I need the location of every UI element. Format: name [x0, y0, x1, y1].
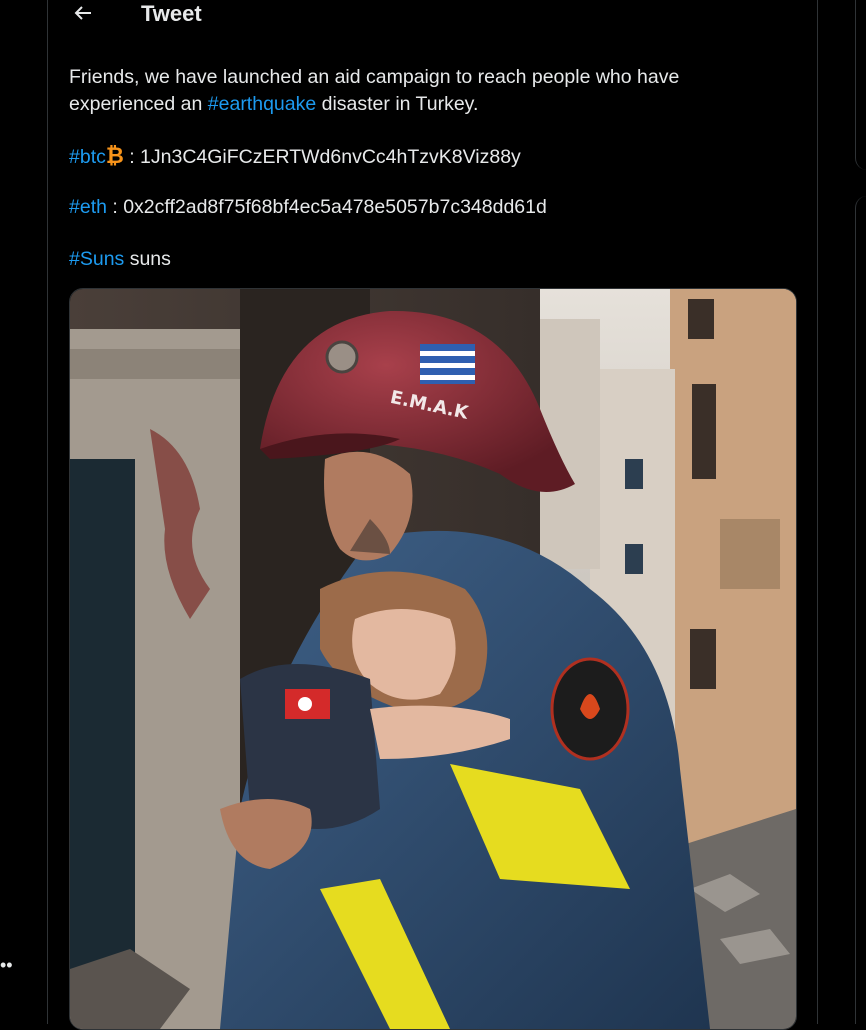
hashtag-eth[interactable]: #eth — [69, 196, 107, 218]
eth-line: #eth : 0x2cff2ad8f75f68bf4ec5a478e5057b7… — [69, 194, 547, 221]
tweet-image[interactable]: E.M.A.K — [69, 288, 797, 1030]
suns-text: suns — [124, 248, 171, 270]
arrow-left-icon[interactable] — [71, 1, 95, 25]
firefighter-illustration: E.M.A.K — [70, 289, 796, 1029]
hashtag-btc[interactable]: #btc — [69, 146, 106, 168]
tweet-line-2-post: disaster in Turkey. — [316, 93, 479, 115]
page-title: Tweet — [141, 1, 202, 26]
bitcoin-icon: ₿ — [105, 143, 124, 168]
suns-line: #Suns suns — [69, 246, 171, 273]
tweet-line-2-pre: experienced an — [69, 93, 208, 115]
side-panel-top — [855, 0, 866, 170]
tweet-line-1: Friends, we have launched an aid campaig… — [69, 66, 680, 88]
more-dots-icon[interactable]: •• — [0, 956, 13, 974]
hashtag-earthquake[interactable]: #earthquake — [208, 93, 316, 115]
btc-line: #btc₿ : 1Jn3C4GiFCzERTWd6nvCc4hTzvK8Viz8… — [69, 142, 521, 171]
tweet-text: Friends, we have launched an aid campaig… — [69, 64, 789, 118]
side-panel-bottom — [855, 196, 866, 1024]
btc-address: : 1Jn3C4GiFCzERTWd6nvCc4hTzvK8Viz88y — [123, 146, 521, 168]
main-column: Tweet Friends, we have launched an aid c… — [47, 0, 818, 1030]
eth-address: : 0x2cff2ad8f75f68bf4ec5a478e5057b7c348d… — [106, 196, 547, 218]
tweet-header: Tweet — [48, 0, 817, 40]
hashtag-suns[interactable]: #Suns — [69, 248, 124, 270]
